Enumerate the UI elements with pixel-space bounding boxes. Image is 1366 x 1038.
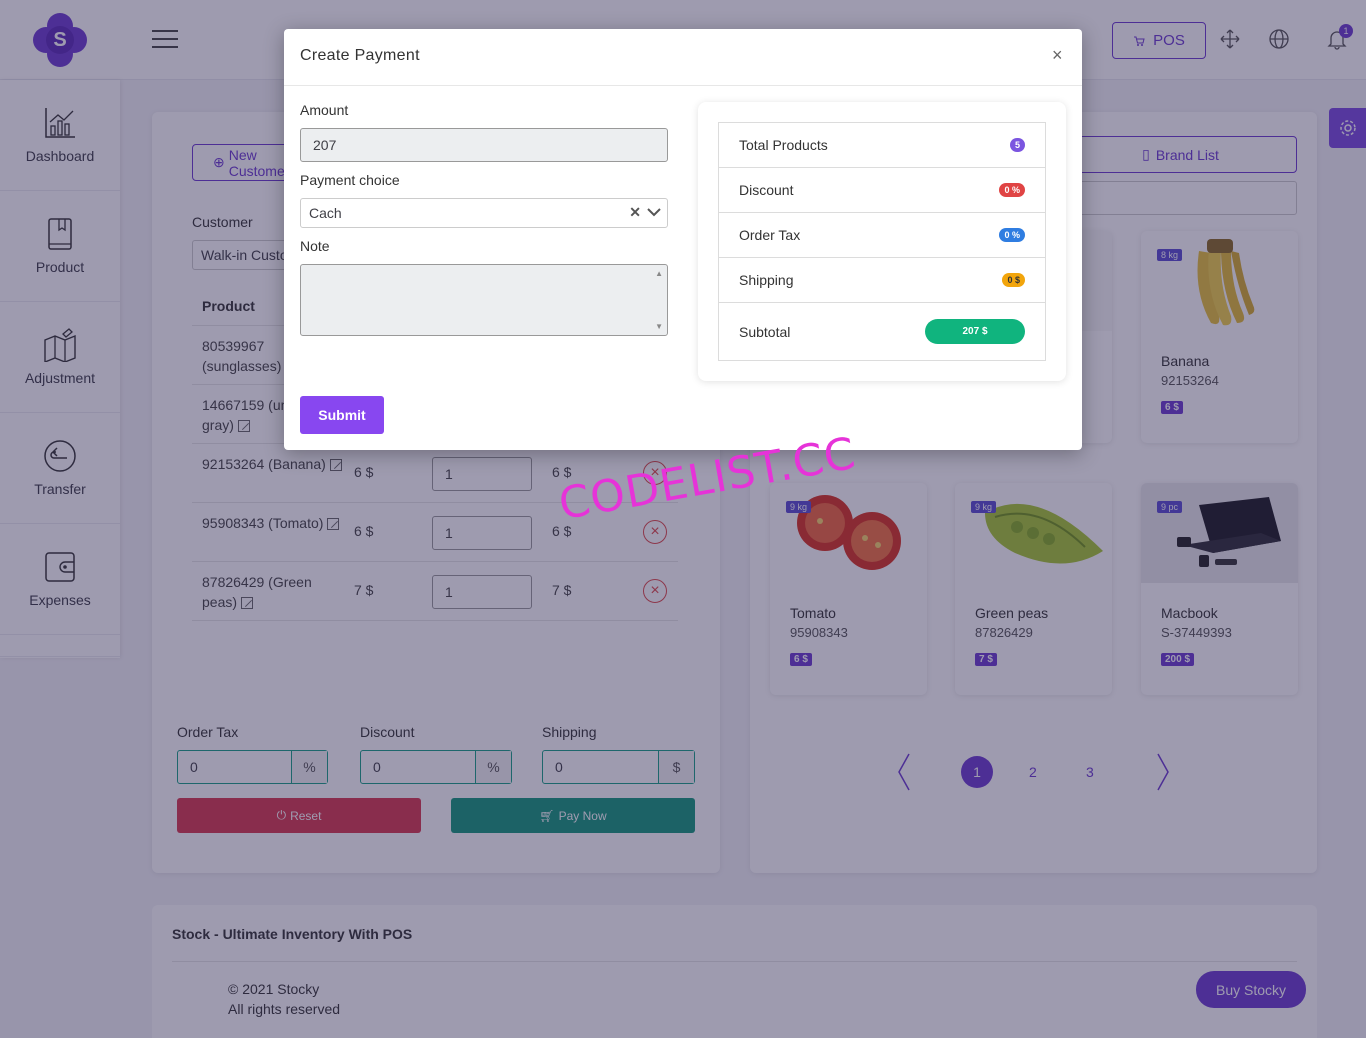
summary-row-shipping: Shipping 0 $ <box>719 258 1045 303</box>
summary-label: Order Tax <box>739 227 801 243</box>
scroll-down-icon[interactable]: ▼ <box>655 322 663 331</box>
summary-row-total-products: Total Products 5 <box>719 123 1045 168</box>
summary-row-order-tax: Order Tax 0 % <box>719 213 1045 258</box>
subtotal-badge: 207 $ <box>925 319 1025 344</box>
payment-summary: Total Products 5 Discount 0 % Order Tax … <box>698 102 1066 381</box>
shipping-badge: 0 $ <box>1002 273 1025 287</box>
close-icon[interactable]: × <box>1052 45 1068 65</box>
create-payment-modal: Create Payment × Amount 207 Payment choi… <box>284 29 1082 450</box>
summary-row-subtotal: Subtotal 207 $ <box>719 303 1045 360</box>
summary-label: Subtotal <box>739 323 791 340</box>
amount-input[interactable]: 207 <box>300 128 668 162</box>
order-tax-badge: 0 % <box>999 228 1025 242</box>
summary-label: Shipping <box>739 272 794 288</box>
payment-choice-select[interactable]: Cach ✕ <box>300 198 668 228</box>
scroll-up-icon[interactable]: ▲ <box>655 269 663 278</box>
summary-table: Total Products 5 Discount 0 % Order Tax … <box>718 122 1046 361</box>
divider <box>284 85 1082 86</box>
modal-title: Create Payment <box>300 47 420 64</box>
submit-button[interactable]: Submit <box>300 396 384 434</box>
discount-badge: 0 % <box>999 183 1025 197</box>
chevron-down-icon[interactable] <box>647 205 661 219</box>
payment-choice-label: Payment choice <box>300 172 400 188</box>
total-products-badge: 5 <box>1009 138 1025 152</box>
note-textarea[interactable]: ▲ ▼ <box>300 264 668 336</box>
payment-choice-value: Cach <box>309 205 342 221</box>
amount-label: Amount <box>300 102 349 118</box>
clear-icon[interactable]: ✕ <box>629 204 641 221</box>
summary-label: Discount <box>739 182 794 198</box>
note-label: Note <box>300 238 330 254</box>
summary-label: Total Products <box>739 137 828 153</box>
summary-row-discount: Discount 0 % <box>719 168 1045 213</box>
